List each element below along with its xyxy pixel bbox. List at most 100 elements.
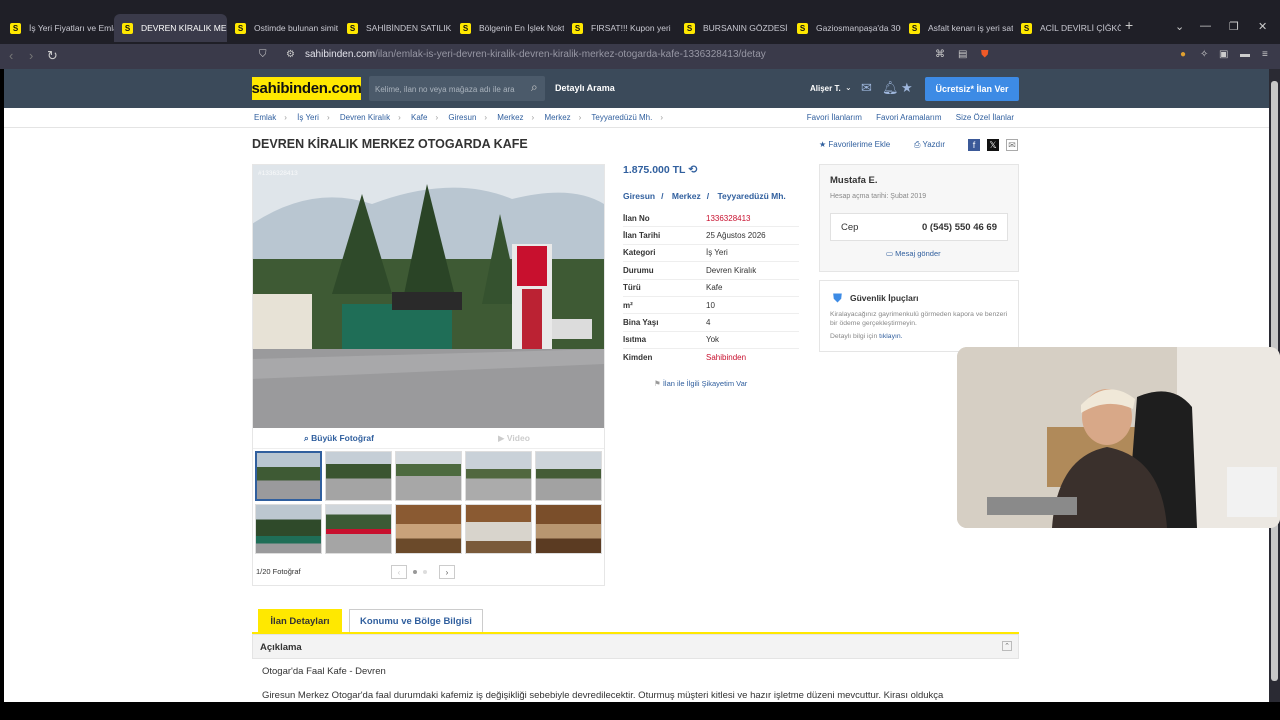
new-tab-icon[interactable]: + xyxy=(1125,17,1133,33)
browser-tab[interactable]: S Gaziosmanpaşa'da 300 xyxy=(789,14,901,42)
browser-tab-active[interactable]: SDEVREN KİRALIK MERKEZ✕ xyxy=(114,14,227,42)
page-dot[interactable] xyxy=(423,570,427,574)
back-icon[interactable]: ‹ xyxy=(9,48,13,63)
forward-icon[interactable]: › xyxy=(29,48,33,63)
post-listing-button[interactable]: Ücretsiz* İlan Ver xyxy=(925,77,1019,101)
description-line: Giresun Merkez Otogar'da faal durumdaki … xyxy=(262,690,944,701)
breadcrumb-item[interactable]: Emlak xyxy=(254,113,276,122)
location-neighborhood-link[interactable]: Teyyaredüzü Mh. xyxy=(717,191,785,201)
site-header: sahibinden.com Kelime, ilan no veya mağa… xyxy=(4,69,1269,108)
photo-thumbnail[interactable] xyxy=(325,451,392,501)
print-link[interactable]: ⎙ Yazdır xyxy=(914,140,945,150)
minimize-icon[interactable]: — xyxy=(1200,20,1211,32)
collapse-icon[interactable]: ⌃ xyxy=(1002,641,1012,651)
search-icon[interactable]: ⌕ xyxy=(531,80,538,95)
send-message-link[interactable]: ▭ Mesaj gönder xyxy=(886,249,941,258)
messages-icon[interactable]: ✉ xyxy=(861,80,872,96)
location-district-link[interactable]: Merkez xyxy=(672,191,701,201)
menu-icon[interactable]: ≡ xyxy=(1262,49,1268,60)
info-row: İlan No 1336328413 xyxy=(623,210,799,228)
advanced-search-link[interactable]: Detaylı Arama xyxy=(555,83,615,93)
info-value: Sahibinden xyxy=(706,353,747,363)
sidebar-icon[interactable]: ▣ xyxy=(1219,49,1228,60)
price-history-icon[interactable]: ⟲ xyxy=(688,164,697,176)
reload-icon[interactable]: ↻ xyxy=(47,48,58,64)
reader-icon[interactable]: ▤ xyxy=(958,49,967,60)
facebook-share-icon[interactable]: f xyxy=(968,139,980,151)
info-value: İş Yeri xyxy=(706,248,728,258)
info-label: İlan Tarihi xyxy=(623,231,661,241)
add-to-favorites-link[interactable]: ★ Favorilerime Ekle xyxy=(819,140,890,149)
breadcrumb-item[interactable]: Merkez xyxy=(544,113,570,122)
thumbnail-pager: ‹ › xyxy=(391,565,455,579)
search-input[interactable]: Kelime, ilan no veya mağaza adı ile ara xyxy=(369,76,545,101)
photo-thumbnail[interactable] xyxy=(255,504,322,554)
translate-icon[interactable]: ⌘ xyxy=(935,49,945,60)
photo-thumbnail[interactable] xyxy=(535,504,602,554)
main-photo[interactable]: #1336328413 xyxy=(252,164,604,428)
phone-number[interactable]: 0 (545) 550 46 69 xyxy=(922,222,997,233)
browser-tab[interactable]: S BURSANIN GÖZDESİ xyxy=(676,14,789,42)
browser-tab[interactable]: S İş Yeri Fiyatları ve Emlak xyxy=(2,14,114,42)
seller-name[interactable]: Mustafa E. xyxy=(830,175,878,186)
photo-thumbnail[interactable] xyxy=(465,504,532,554)
wallet-icon[interactable]: ▬ xyxy=(1240,49,1250,60)
report-listing-link[interactable]: ⚑ İlan ile İlgili Şikayetim Var xyxy=(654,379,747,388)
browser-tab[interactable]: SACİL DEVİRLİ ÇİĞKÖFTE xyxy=(1013,14,1121,42)
big-photo-button[interactable]: ⌕ Büyük Fotoğraf xyxy=(304,433,374,444)
page-dot[interactable] xyxy=(413,570,417,574)
x-share-icon[interactable]: 𝕏 xyxy=(987,139,999,151)
breadcrumb-item[interactable]: Giresun xyxy=(448,113,476,122)
breadcrumb-item[interactable]: Teyyaredüzü Mh. xyxy=(591,113,652,122)
breadcrumb-item[interactable]: Devren Kiralık xyxy=(340,113,390,122)
tab-location-info[interactable]: Konumu ve Bölge Bilgisi xyxy=(349,609,483,633)
email-share-icon[interactable]: ✉ xyxy=(1006,139,1018,151)
breadcrumb-item[interactable]: Merkez xyxy=(497,113,523,122)
phone-box: Cep 0 (545) 550 46 69 xyxy=(830,213,1008,241)
photo-thumbnail[interactable] xyxy=(325,504,392,554)
description-header: Açıklama ⌃ xyxy=(252,634,1019,659)
favorite-listings-link[interactable]: Favori İlanlarım xyxy=(807,113,862,122)
photo-actions-bar: ⌕ Büyük Fotoğraf ▶ Video xyxy=(252,429,604,449)
notifications-icon[interactable]: 🔔︎ xyxy=(882,80,899,96)
browser-tab[interactable]: S Ostimde bulunan simit xyxy=(227,14,339,42)
breadcrumb-item[interactable]: Kafe xyxy=(411,113,427,122)
photo-thumbnail[interactable] xyxy=(535,451,602,501)
sahibinden-favicon: S xyxy=(235,22,246,34)
bookmark-icon[interactable]: ⛉ xyxy=(259,49,267,60)
next-page-button[interactable]: › xyxy=(439,565,455,579)
photo-thumbnail[interactable] xyxy=(395,504,462,554)
seller-card: Mustafa E. Hesap açma tarihi: Şubat 2019… xyxy=(819,164,1019,272)
user-menu[interactable]: Alişer T. xyxy=(810,84,841,93)
browser-tab[interactable]: SAsfalt kenarı iş yeri satılık xyxy=(901,14,1013,42)
sahibinden-favicon: S xyxy=(1021,22,1032,34)
site-logo[interactable]: sahibinden.com xyxy=(252,77,362,100)
photo-thumbnail[interactable] xyxy=(395,451,462,501)
video-button[interactable]: ▶ Video xyxy=(498,433,530,444)
browser-tab[interactable]: SBölgenin En İşlek Noktası xyxy=(452,14,564,42)
extensions-icon[interactable]: ✧ xyxy=(1200,49,1208,60)
tips-more-link[interactable]: tıklayın. xyxy=(879,333,902,340)
personalized-listings-link[interactable]: Size Özel İlanlar xyxy=(956,113,1014,122)
browser-tab[interactable]: S FIRSAT!!! Kupon yeri xyxy=(564,14,676,42)
prev-page-button[interactable]: ‹ xyxy=(391,565,407,579)
tab-listing-details[interactable]: İlan Detayları xyxy=(258,609,342,633)
favorite-searches-link[interactable]: Favori Aramalarım xyxy=(876,113,941,122)
breadcrumb-item[interactable]: İş Yeri xyxy=(297,113,319,122)
site-info-icon[interactable]: ⚙ xyxy=(286,49,295,60)
maximize-icon[interactable]: ❐ xyxy=(1229,20,1239,33)
chevron-down-icon[interactable]: ⌄ xyxy=(845,83,852,92)
photo-thumbnail[interactable] xyxy=(465,451,532,501)
location-city-link[interactable]: Giresun xyxy=(623,191,655,201)
close-window-icon[interactable]: ✕ xyxy=(1258,20,1267,33)
photo-thumbnail[interactable] xyxy=(255,451,322,501)
add-to-favorites-label: Favorilerime Ekle xyxy=(828,140,891,149)
brave-shield-icon[interactable]: ⛊ xyxy=(981,49,989,60)
url-field[interactable]: sahibinden.com/ilan/emlak-is-yeri-devren… xyxy=(305,49,766,60)
rewards-icon[interactable]: ● xyxy=(1180,49,1186,60)
browser-tab[interactable]: SSAHİBİNDEN SATILIK İŞYERİ xyxy=(339,14,452,42)
info-label: Kategori xyxy=(623,248,656,258)
tab-list-chevron-icon[interactable]: ⌄ xyxy=(1175,20,1184,33)
favorites-star-icon[interactable]: ★ xyxy=(901,80,913,96)
info-value: Devren Kiralık xyxy=(706,265,757,275)
